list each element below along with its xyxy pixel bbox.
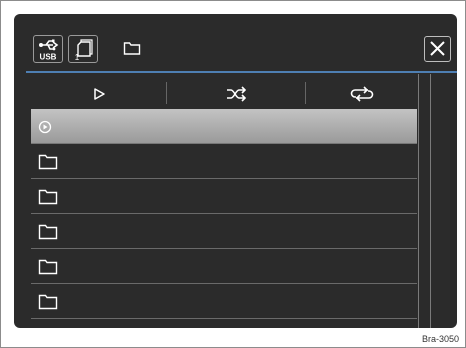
source-memory-card-button[interactable]: 1 [68,35,98,63]
play-button[interactable] [31,80,167,108]
list-item-folder[interactable] [31,249,417,284]
memory-card-slot-number: 1 [75,53,80,62]
play-circle-icon [38,120,52,134]
folder-icon [38,259,58,275]
close-icon [430,41,445,56]
shuffle-icon [227,86,247,102]
folder-icon [38,294,58,310]
folder-icon [38,154,58,170]
shuffle-button[interactable] [168,80,306,108]
list-item-folder[interactable] [31,284,417,319]
control-divider [305,82,306,104]
repeat-icon [350,86,374,102]
folder-icon [38,189,58,205]
control-divider [166,82,167,104]
header-bar: USB 1 [14,14,457,72]
list-item-folder[interactable] [31,144,417,179]
folder-icon [38,224,58,240]
memory-card-icon: 1 [75,39,93,62]
usb-label: USB [40,53,57,62]
source-usb-button[interactable]: USB [33,35,63,63]
track-list [31,109,417,319]
usb-icon: USB [39,39,59,62]
scrollbar[interactable] [418,74,431,328]
figure-reference: Bra-3050 [421,334,459,344]
folder-icon [123,42,141,55]
figure-frame: USB 1 Bra-3050 [0,0,466,348]
list-item-folder[interactable] [31,179,417,214]
play-icon [94,88,105,100]
media-browser-screen: USB 1 [14,14,457,328]
list-item-folder[interactable] [31,214,417,249]
repeat-button[interactable] [307,80,417,108]
list-item-play-all[interactable] [31,109,417,144]
close-button[interactable] [424,36,451,62]
header-divider [26,71,457,73]
